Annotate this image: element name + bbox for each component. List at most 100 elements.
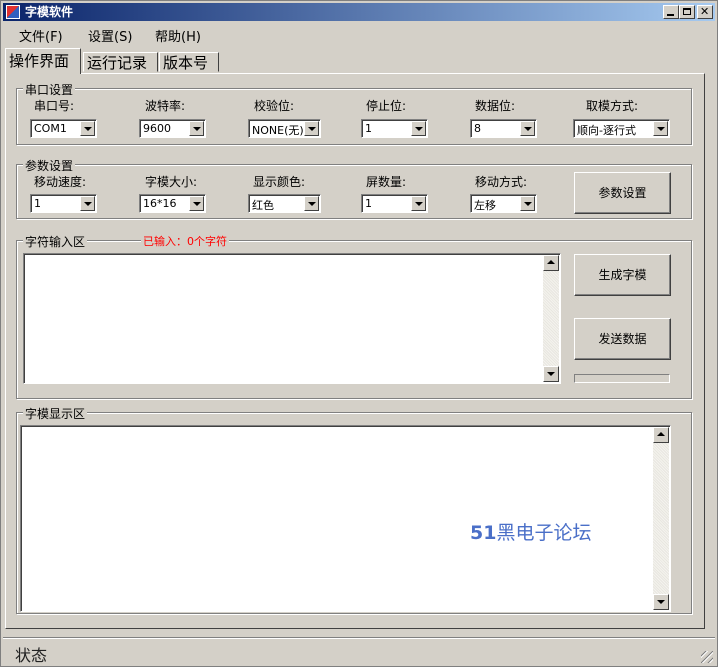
- port-value: COM1: [34, 122, 67, 135]
- main-window: 字模软件 ✕ 文件(F) 设置(S) 帮助(H) 操作界面 运行记录 版本号 串…: [0, 0, 718, 667]
- maximize-icon: [683, 8, 691, 15]
- close-button[interactable]: ✕: [697, 5, 713, 19]
- serial-settings-group: 串口设置 串口号: COM1 波特率: 9600 校验位: NONE(无) 停止…: [16, 81, 692, 145]
- color-dropdown-button[interactable]: [304, 196, 319, 211]
- menu-help[interactable]: 帮助(H): [155, 26, 201, 45]
- color-select[interactable]: 红色: [248, 194, 321, 213]
- mode-label: 取模方式:: [586, 99, 639, 113]
- close-icon: ✕: [700, 5, 710, 18]
- parity-value: NONE(无): [252, 124, 304, 137]
- menu-file[interactable]: 文件(F): [19, 26, 63, 45]
- screens-select[interactable]: 1: [361, 194, 428, 213]
- tab-version[interactable]: 版本号: [159, 52, 219, 72]
- menu-settings[interactable]: 设置(S): [88, 26, 132, 45]
- baud-label: 波特率:: [145, 99, 186, 113]
- font-display-textarea[interactable]: 51黑电子论坛: [20, 425, 671, 612]
- scroll-up-button[interactable]: [543, 255, 559, 271]
- port-dropdown-button[interactable]: [80, 121, 95, 136]
- baud-value: 9600: [143, 122, 171, 135]
- char-input-title: 字符输入区: [23, 233, 88, 250]
- tab-operation[interactable]: 操作界面: [5, 48, 81, 74]
- title-bar[interactable]: 字模软件 ✕: [3, 3, 715, 21]
- size-value: 16*16: [143, 197, 177, 210]
- watermark-text: 黑电子论坛: [496, 522, 592, 544]
- move-select[interactable]: 左移: [470, 194, 537, 213]
- char-count-label: 已输入：0个字符: [141, 233, 229, 249]
- stop-select[interactable]: 1: [361, 119, 428, 138]
- send-progress-bar: [574, 374, 670, 383]
- chevron-down-icon: [657, 127, 665, 131]
- chevron-down-icon: [308, 127, 316, 131]
- screens-label: 屏数量:: [366, 175, 407, 189]
- size-dropdown-button[interactable]: [189, 196, 204, 211]
- chevron-up-icon: [657, 432, 665, 436]
- stop-dropdown-button[interactable]: [411, 121, 426, 136]
- baud-dropdown-button[interactable]: [189, 121, 204, 136]
- window-title: 字模软件: [25, 5, 74, 19]
- baud-select[interactable]: 9600: [139, 119, 206, 138]
- mode-value: 顺向-逐行式: [577, 124, 636, 137]
- speed-value: 1: [34, 197, 41, 210]
- chevron-down-icon: [524, 127, 532, 131]
- font-display-title: 字模显示区: [23, 405, 88, 422]
- chevron-down-icon: [657, 600, 665, 604]
- color-label: 显示颜色:: [253, 175, 306, 189]
- maximize-button[interactable]: [679, 5, 695, 19]
- chevron-down-icon: [193, 202, 201, 206]
- mode-dropdown-button[interactable]: [653, 121, 668, 136]
- operation-panel: 串口设置 串口号: COM1 波特率: 9600 校验位: NONE(无) 停止…: [5, 73, 705, 629]
- port-label: 串口号:: [34, 99, 75, 113]
- screens-value: 1: [365, 197, 372, 210]
- chevron-down-icon: [524, 202, 532, 206]
- app-icon[interactable]: [6, 5, 20, 19]
- chevron-down-icon: [84, 127, 92, 131]
- mode-select[interactable]: 顺向-逐行式: [573, 119, 670, 138]
- speed-label: 移动速度:: [34, 175, 87, 189]
- send-data-button[interactable]: 发送数据: [574, 318, 671, 360]
- parity-dropdown-button[interactable]: [304, 121, 319, 136]
- input-scrollbar[interactable]: [543, 255, 559, 382]
- status-text: 状态: [15, 646, 48, 665]
- watermark-number: 51: [470, 522, 497, 544]
- scroll-down-button[interactable]: [543, 366, 559, 382]
- scroll-up-button[interactable]: [653, 427, 669, 443]
- apply-params-button[interactable]: 参数设置: [574, 172, 671, 214]
- param-settings-title: 参数设置: [23, 157, 76, 174]
- param-settings-group: 参数设置 移动速度: 1 字模大小: 16*16 显示颜色: 红色 屏数量: 1: [16, 157, 692, 219]
- databits-label: 数据位:: [475, 99, 516, 113]
- status-bar: 状态: [3, 637, 715, 665]
- parity-label: 校验位:: [254, 99, 295, 113]
- port-select[interactable]: COM1: [30, 119, 97, 138]
- minimize-icon: [667, 14, 674, 16]
- size-select[interactable]: 16*16: [139, 194, 206, 213]
- databits-dropdown-button[interactable]: [520, 121, 535, 136]
- size-label: 字模大小:: [145, 175, 198, 189]
- speed-select[interactable]: 1: [30, 194, 97, 213]
- stop-value: 1: [365, 122, 372, 135]
- move-dropdown-button[interactable]: [520, 196, 535, 211]
- display-scrollbar[interactable]: [653, 427, 669, 610]
- parity-select[interactable]: NONE(无): [248, 119, 321, 138]
- tab-log[interactable]: 运行记录: [83, 52, 158, 72]
- minimize-button[interactable]: [663, 5, 679, 19]
- generate-font-button[interactable]: 生成字模: [574, 254, 671, 296]
- watermark: 51黑电子论坛: [470, 518, 591, 545]
- chevron-down-icon: [193, 127, 201, 131]
- move-value: 左移: [474, 199, 496, 212]
- move-label: 移动方式:: [475, 175, 528, 189]
- chevron-down-icon: [415, 202, 423, 206]
- serial-settings-title: 串口设置: [23, 81, 76, 98]
- resize-grip-icon[interactable]: [701, 651, 713, 663]
- color-value: 红色: [252, 199, 274, 212]
- databits-value: 8: [474, 122, 481, 135]
- databits-select[interactable]: 8: [470, 119, 537, 138]
- char-input-textarea[interactable]: [23, 253, 561, 384]
- menu-bar: 文件(F) 设置(S) 帮助(H): [3, 23, 715, 45]
- chevron-down-icon: [415, 127, 423, 131]
- screens-dropdown-button[interactable]: [411, 196, 426, 211]
- speed-dropdown-button[interactable]: [80, 196, 95, 211]
- scroll-down-button[interactable]: [653, 594, 669, 610]
- chevron-down-icon: [308, 202, 316, 206]
- chevron-down-icon: [547, 372, 555, 376]
- font-display-group: 字模显示区 51黑电子论坛: [16, 405, 692, 614]
